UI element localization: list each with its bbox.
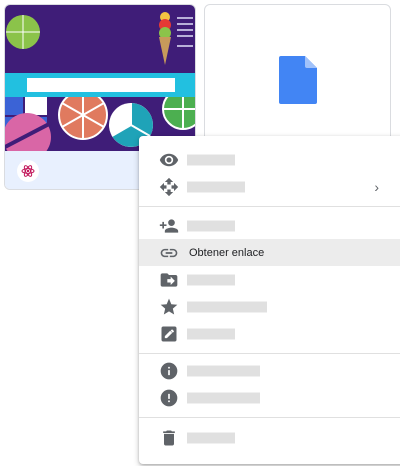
menu-item-move-to[interactable] <box>139 266 400 293</box>
folder-move-icon <box>159 270 179 290</box>
menu-divider <box>139 353 400 354</box>
context-menu: › Obtener enlace <box>139 136 400 464</box>
move-arrows-icon <box>159 177 179 197</box>
menu-item-placeholder <box>187 432 235 443</box>
menu-item-details[interactable] <box>139 357 400 384</box>
thumbnail-banner <box>5 73 195 97</box>
menu-item-star[interactable] <box>139 293 400 320</box>
add-person-icon <box>159 216 179 236</box>
menu-item-open-with[interactable]: › <box>139 173 400 200</box>
menu-divider <box>139 206 400 207</box>
menu-item-placeholder <box>187 301 267 312</box>
menu-item-remove[interactable] <box>139 424 400 451</box>
info-icon <box>159 361 179 381</box>
menu-item-placeholder <box>187 392 260 403</box>
trash-icon <box>159 428 179 448</box>
atom-icon <box>17 160 39 182</box>
menu-divider <box>139 417 400 418</box>
menu-item-placeholder <box>187 328 235 339</box>
eye-icon <box>159 150 179 170</box>
menu-item-placeholder <box>187 274 235 285</box>
menu-item-get-link[interactable]: Obtener enlace <box>139 239 400 266</box>
link-icon <box>159 243 179 263</box>
menu-item-placeholder <box>187 220 235 231</box>
menu-item-label: Obtener enlace <box>189 246 265 259</box>
menu-item-placeholder <box>187 181 245 192</box>
file-thumbnail <box>5 5 195 151</box>
menu-item-placeholder <box>187 154 235 165</box>
document-icon <box>279 56 317 104</box>
menu-item-share[interactable] <box>139 212 400 239</box>
menu-item-preview[interactable] <box>139 146 400 173</box>
menu-item-rename[interactable] <box>139 320 400 347</box>
star-icon <box>159 297 179 317</box>
menu-item-report[interactable] <box>139 384 400 411</box>
menu-item-placeholder <box>187 365 260 376</box>
edit-icon <box>159 324 179 344</box>
exclamation-icon <box>159 388 179 408</box>
chevron-right-icon: › <box>374 178 379 195</box>
